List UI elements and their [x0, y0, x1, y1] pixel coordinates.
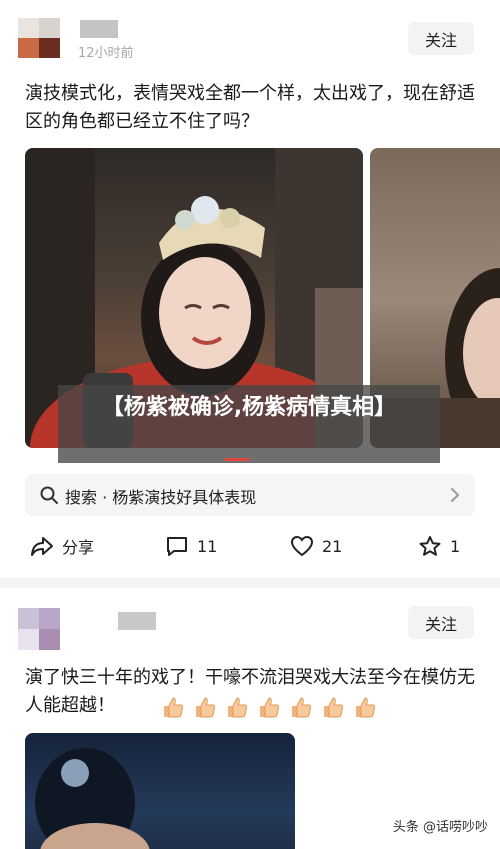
- favorite-count: 1: [450, 536, 461, 556]
- comment-icon: [167, 537, 187, 556]
- emoji-row: [160, 694, 378, 720]
- feed-divider: [0, 578, 500, 588]
- author-name[interactable]: [80, 20, 118, 38]
- related-search-label: 搜索 · 杨紫演技好具体表现: [65, 488, 257, 507]
- feed-post-1: 12小时前 关注 演技模式化，表情哭戏全都一个样，太出戏了，现在舒适区的角色都已…: [0, 0, 500, 578]
- thumbs-up-icon: [192, 694, 218, 720]
- scene-illustration-3: [35, 748, 150, 849]
- chevron-right-icon: [451, 488, 460, 502]
- comment-count: 11: [197, 536, 218, 556]
- follow-button[interactable]: 关注: [408, 606, 474, 639]
- thumbs-up-icon: [320, 694, 346, 720]
- headline-overlay: 【杨紫被确诊,杨紫病情真相】: [58, 385, 440, 463]
- post-actions: 分享 11 21 1: [0, 530, 500, 562]
- watermark: 头条 @话唠吵吵: [392, 820, 488, 835]
- heart-icon: [290, 535, 314, 557]
- post-text: 演技模式化，表情哭戏全都一个样，太出戏了，现在舒适区的角色都已经立不住了吗？: [25, 83, 475, 132]
- share-icon: [31, 537, 53, 556]
- author-name[interactable]: [118, 612, 156, 630]
- feed-post-2: 关注 演了快三十年的戏了！干嚎不流泪哭戏大法至今在模仿无人能超越！: [0, 588, 500, 849]
- thumbs-up-icon: [352, 694, 378, 720]
- thumbs-up-icon: [256, 694, 282, 720]
- thumbs-up-icon: [288, 694, 314, 720]
- avatar[interactable]: [18, 608, 60, 650]
- favorite-button[interactable]: 1: [418, 530, 460, 562]
- like-count: 21: [322, 536, 343, 556]
- share-label: 分享: [62, 538, 95, 557]
- comment-button[interactable]: 11: [165, 530, 217, 562]
- follow-button[interactable]: 关注: [408, 22, 474, 55]
- like-button[interactable]: 21: [290, 530, 342, 562]
- related-search-bar[interactable]: 搜索 · 杨紫演技好具体表现: [25, 474, 475, 516]
- thumbs-up-icon: [160, 694, 186, 720]
- carousel-indicator: [224, 458, 250, 461]
- search-icon: [40, 486, 58, 504]
- avatar[interactable]: [18, 18, 60, 58]
- post-timestamp: 12小时前: [78, 46, 134, 61]
- thumbs-up-icon: [224, 694, 250, 720]
- share-button[interactable]: 分享: [30, 530, 94, 562]
- post-image[interactable]: [25, 733, 295, 849]
- star-icon: [419, 536, 441, 556]
